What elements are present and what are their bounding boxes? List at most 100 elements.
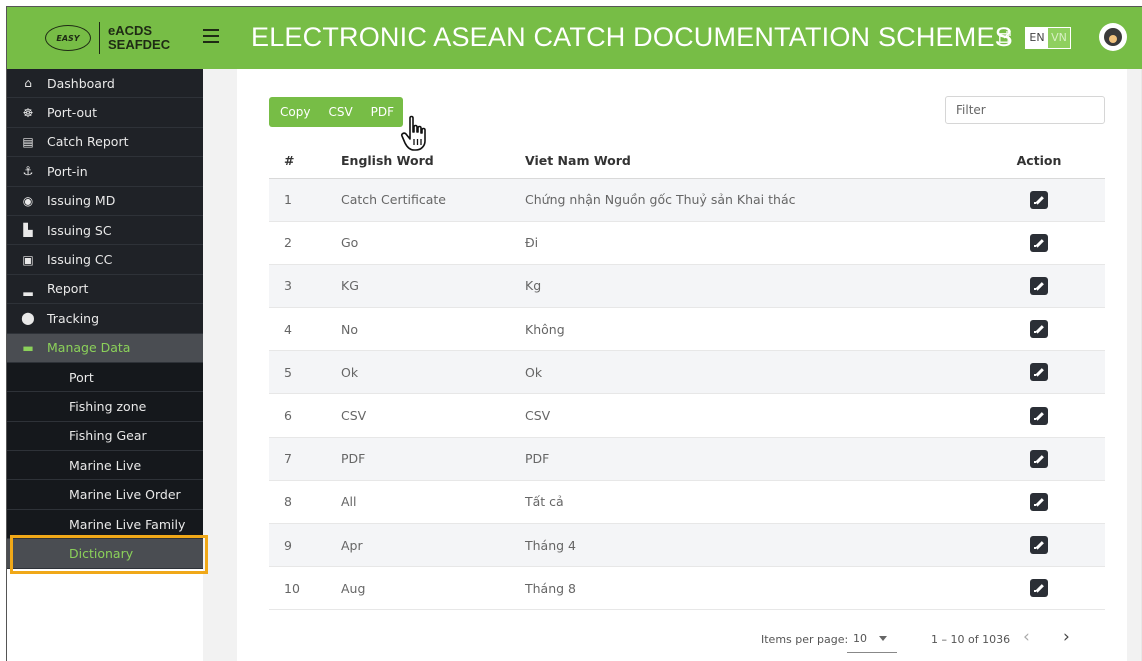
vietnam-word-cell: Kg [525,264,973,309]
sidebar-subitem-marine-live-family[interactable]: Marine Live Family [7,509,203,540]
edit-icon[interactable] [1030,233,1048,252]
filter-input[interactable] [945,96,1105,124]
action-cell [973,437,1105,481]
page-range-label: 1 – 10 of 1036 [931,633,1011,646]
table-header-row: # English Word Viet Nam Word Action [269,143,1105,179]
sidebar-item-tracking[interactable]: ⬤ Tracking [7,304,203,334]
cc-icon: ▣ [22,252,34,267]
document-icon: ▤ [22,134,34,149]
vietnam-word-cell: CSV [525,393,973,438]
sidebar-subitem-marine-live-order[interactable]: Marine Live Order [7,480,203,510]
sidebar-item-label: Catch Report [47,134,129,150]
edit-icon[interactable] [1030,579,1048,598]
column-header-action: Action [973,143,1105,179]
edit-icon[interactable] [1030,536,1048,555]
logo-mark: EASY [56,33,80,43]
vietnam-word-cell: Tháng 8 [525,566,973,611]
sidebar-item-label: Port-out [47,105,97,121]
edit-icon[interactable] [1030,492,1048,511]
edit-icon[interactable] [1030,320,1048,339]
table-row: 6 CSV CSV [269,393,1105,438]
edit-icon[interactable] [1030,449,1048,468]
action-cell [973,480,1105,525]
sidebar-subitem-fishing-gear[interactable]: Fishing Gear [7,421,203,452]
sidebar-item-manage-data[interactable]: ▬ Manage Data [7,333,203,363]
action-cell [973,264,1105,309]
sidebar-item-label: Tracking [47,310,100,326]
sidebar-item-label: Port-in [47,163,88,179]
action-cell [973,221,1105,265]
sidebar-item-issuing-md[interactable]: ◉ Issuing MD [7,187,203,216]
copy-button[interactable]: Copy [269,97,319,127]
vietnam-word-cell: Tất cả [525,480,973,525]
items-per-page-value: 10 [853,632,867,645]
sidebar-subitem-fishing-zone[interactable]: Fishing zone [7,392,203,422]
top-bar: EASY eACDS SEAFDEC ELECTRONIC ASEAN CATC… [7,7,1142,69]
edit-icon[interactable] [1030,276,1048,295]
items-per-page-select[interactable]: 10 [847,625,897,653]
app-title: ELECTRONIC ASEAN CATCH DOCUMENTATION SCH… [251,22,1013,52]
vietnam-word-cell: PDF [525,437,973,481]
row-number: 1 [269,178,341,222]
row-number: 4 [269,307,341,352]
table-row: 2 Go Đi [269,221,1105,265]
anchor-icon: ⚓ [22,164,34,179]
table-row: 4 No Không [269,307,1105,352]
language-toggle: EN VN [1025,27,1071,49]
logo[interactable]: EASY eACDS SEAFDEC [7,7,233,69]
sidebar-item-issuing-sc[interactable]: ▙ Issuing SC [7,216,203,246]
row-number: 10 [269,566,341,611]
lang-vn-button[interactable]: VN [1048,28,1070,48]
table-row: 10 Aug Tháng 8 [269,566,1105,611]
english-word-cell: Apr [341,523,525,568]
column-header-vietnam-word[interactable]: Viet Nam Word [525,143,973,179]
next-page-button[interactable]: › [1063,627,1070,647]
avatar-icon [1104,28,1122,46]
sidebar-subitem-marine-live[interactable]: Marine Live [7,451,203,481]
sidebar-item-label: Dashboard [47,75,115,91]
edit-icon[interactable] [1030,190,1048,209]
user-avatar[interactable] [1099,23,1127,51]
sidebar-item-issuing-cc[interactable]: ▣ Issuing CC [7,245,203,275]
sidebar: ⌂ Dashboard ☸ Port-out ▤ Catch Report ⚓ Port… [7,69,203,569]
coin-icon: ◉ [22,193,34,208]
folder-icon: ▬ [22,340,34,355]
edit-icon[interactable] [1030,406,1048,425]
previous-page-button[interactable]: ‹ [1023,627,1030,647]
edit-icon[interactable] [1030,363,1048,382]
column-header-number[interactable]: # [269,143,341,179]
sidebar-item-report[interactable]: ▂ Report [7,275,203,305]
lang-en-button[interactable]: EN [1026,28,1048,48]
row-number: 7 [269,437,341,481]
sidebar-item-port-in[interactable]: ⚓ Port-in [7,157,203,187]
sidebar-item-catch-report[interactable]: ▤ Catch Report [7,128,203,158]
table-row: 9 Apr Tháng 4 [269,523,1105,568]
english-word-cell: All [341,480,525,525]
factory-icon: ▙ [23,223,33,238]
english-word-cell: Catch Certificate [341,178,525,222]
english-word-cell: PDF [341,437,525,481]
external-link-icon[interactable] [999,31,1011,43]
logo-divider [99,22,100,54]
vietnam-word-cell: Đi [525,221,973,265]
vietnam-word-cell: Chứng nhận Nguồn gốc Thuỷ sản Khai thác [525,178,973,222]
dictionary-table: # English Word Viet Nam Word Action 1 Cat… [269,143,1105,611]
sidebar-subitem-port[interactable]: Port [7,362,203,393]
table-row: 3 KG Kg [269,264,1105,309]
sidebar-item-label: Issuing CC [47,252,113,268]
logo-text: eACDS SEAFDEC [108,24,170,52]
hamburger-menu-icon[interactable] [203,29,219,43]
pdf-button[interactable]: PDF [362,97,403,127]
table-row: 7 PDF PDF [269,437,1105,481]
sidebar-item-dashboard[interactable]: ⌂ Dashboard [7,69,203,99]
sidebar-item-port-out[interactable]: ☸ Port-out [7,98,203,128]
column-header-english-word[interactable]: English Word [341,143,525,179]
csv-button[interactable]: CSV [319,97,361,127]
table-row: 1 Catch Certificate Chứng nhận Nguồn gốc T… [269,178,1105,222]
app-window: EASY eACDS SEAFDEC ELECTRONIC ASEAN CATC… [6,6,1142,661]
sidebar-item-label: Report [47,281,89,297]
items-per-page-label: Items per page: [761,633,849,646]
sidebar-subitem-dictionary[interactable]: Dictionary [7,539,203,569]
vietnam-word-cell: Ok [525,350,973,395]
row-number: 5 [269,350,341,395]
